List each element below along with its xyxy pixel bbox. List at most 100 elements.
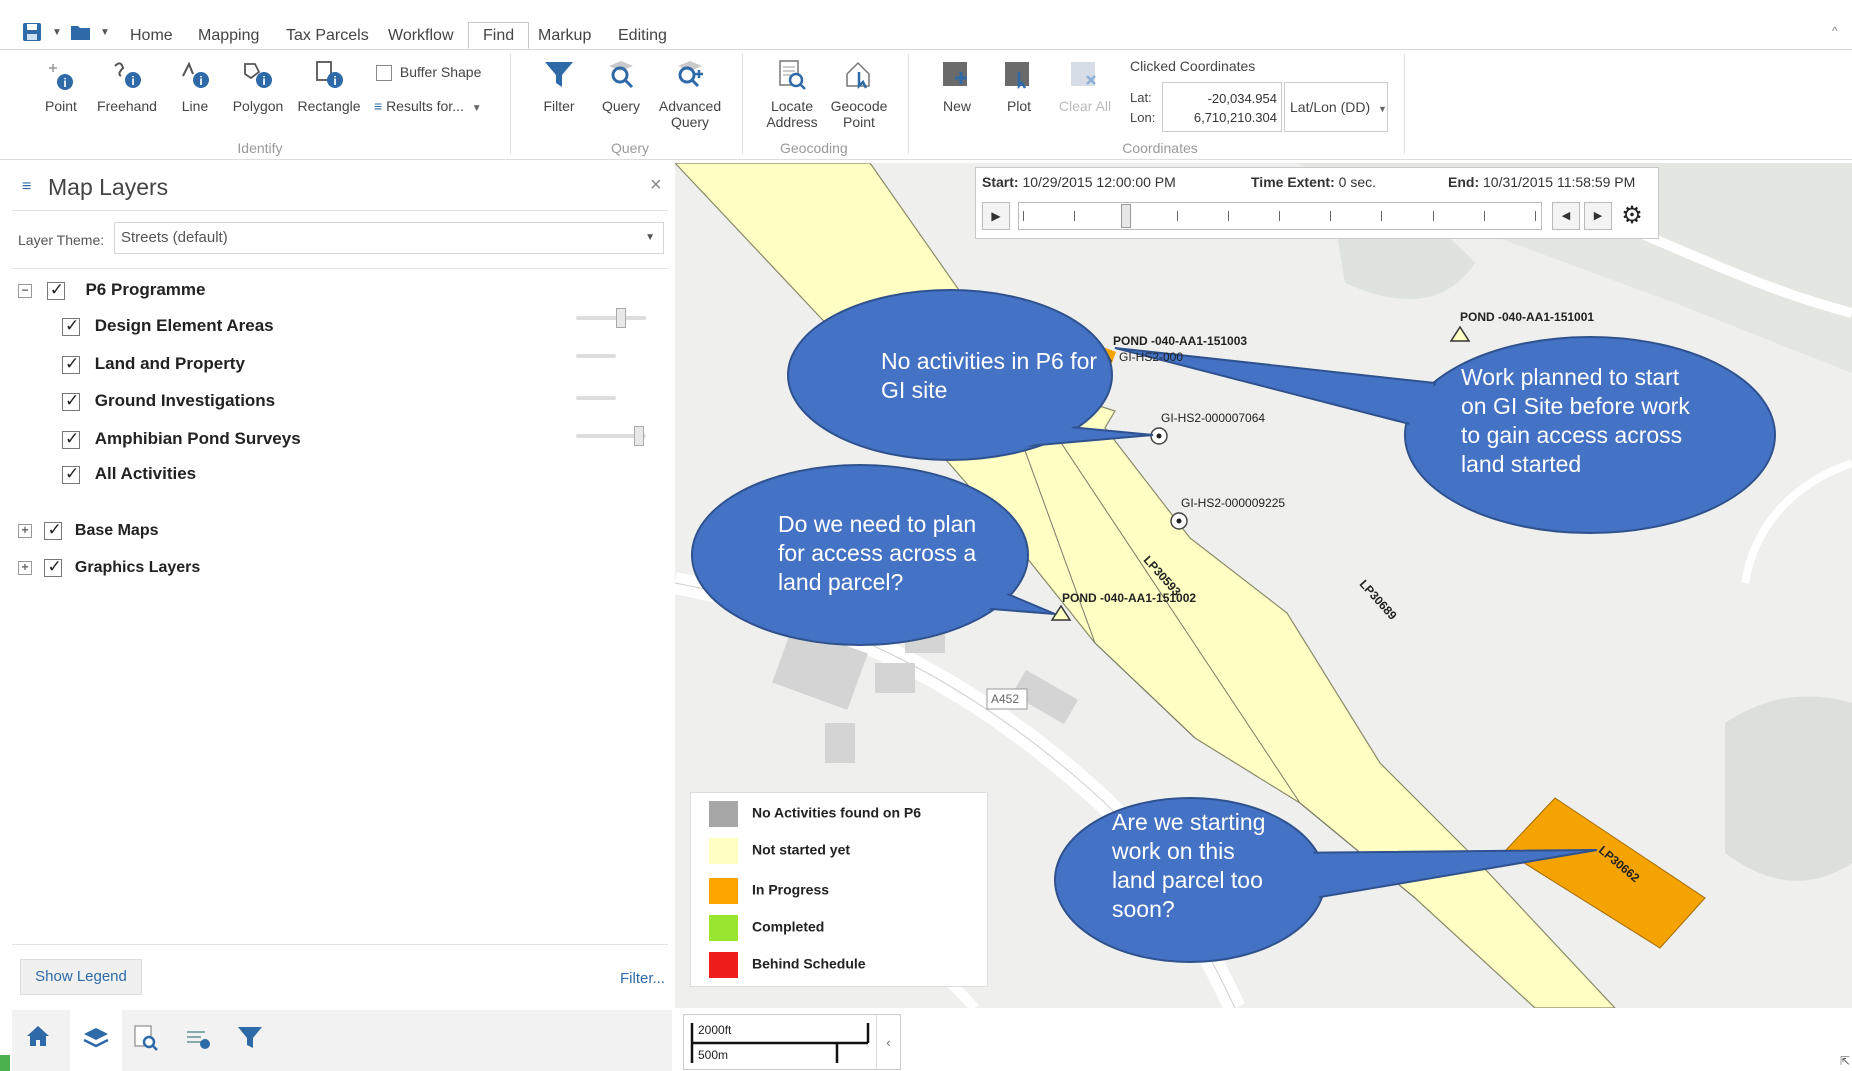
tree-group-base-maps[interactable]: + Base Maps: [18, 520, 159, 540]
play-button[interactable]: ▶: [982, 202, 1010, 230]
search-map-icon[interactable]: [132, 1024, 160, 1057]
divider: [12, 210, 668, 211]
p6-checkbox[interactable]: [46, 280, 65, 300]
expand-icon[interactable]: +: [18, 561, 32, 575]
filter-link[interactable]: Filter...: [620, 970, 665, 987]
time-tick: [1227, 211, 1229, 221]
tab-mapping[interactable]: Mapping: [184, 25, 273, 50]
resize-corner-icon[interactable]: ⇱: [1840, 1054, 1850, 1068]
layers-tab[interactable]: [70, 1010, 122, 1071]
locate-address-icon: [774, 58, 810, 92]
legend-item: Not started yet: [709, 838, 850, 864]
time-slider-handle[interactable]: [1121, 204, 1132, 228]
save-dropdown-icon[interactable]: ▼: [52, 27, 62, 38]
clear-all-icon: [1067, 58, 1103, 92]
open-folder-icon[interactable]: [70, 22, 92, 48]
step-forward-button[interactable]: ▶: [1584, 202, 1612, 230]
opacity-slider[interactable]: [576, 316, 646, 320]
home-icon[interactable]: [24, 1022, 52, 1055]
new-coordinate-button[interactable]: New: [932, 58, 982, 114]
plot-coordinate-button[interactable]: Plot: [994, 58, 1044, 114]
opacity-slider[interactable]: [576, 354, 616, 358]
tab-find[interactable]: Find: [468, 22, 530, 49]
opacity-slider-handle[interactable]: [634, 426, 644, 446]
identify-rectangle-button[interactable]: i Rectangle: [294, 58, 364, 114]
layer-label: Design Element Areas: [94, 316, 274, 335]
tab-markup[interactable]: Markup: [524, 25, 605, 50]
identify-polygon-button[interactable]: i Polygon: [230, 58, 286, 114]
step-forward-icon: ▶: [1593, 210, 1603, 222]
layer-theme-select[interactable]: Streets (default) ▼: [114, 222, 664, 254]
gear-icon[interactable]: ⚙: [1618, 202, 1646, 230]
filter-icon[interactable]: [236, 1024, 264, 1057]
rectangle-label: Rectangle: [297, 98, 361, 114]
identify-line-button[interactable]: i Line: [170, 58, 220, 114]
opacity-slider[interactable]: [576, 396, 616, 400]
filter-icon: [541, 58, 577, 92]
freehand-identify-icon: i: [109, 58, 145, 92]
building: [875, 663, 915, 693]
line-identify-icon: i: [177, 58, 213, 92]
point-label: Point: [45, 98, 77, 114]
extent-label: Time Extent:: [1251, 174, 1335, 190]
save-icon[interactable]: [22, 22, 42, 48]
legend-item: Completed: [709, 915, 824, 941]
layer-checkbox[interactable]: [62, 316, 80, 336]
identify-freehand-button[interactable]: i Freehand: [96, 58, 158, 114]
collapse-scale-button[interactable]: ‹: [876, 1015, 900, 1069]
road: [1741, 459, 1852, 584]
graphics-layers-checkbox[interactable]: [44, 557, 63, 577]
time-tick: [1381, 211, 1383, 221]
layer-label: Land and Property: [94, 354, 245, 373]
show-legend-button[interactable]: Show Legend: [20, 959, 142, 995]
close-panel-icon[interactable]: ×: [650, 174, 662, 197]
freehand-label: Freehand: [97, 98, 157, 114]
pond-label-151003: POND -040-AA1-151003: [1113, 334, 1248, 348]
tab-home[interactable]: Home: [116, 25, 187, 50]
layer-row[interactable]: Design Element Areas: [62, 316, 274, 336]
coordinate-format-dropdown[interactable]: Lat/Lon (DD) ▼: [1284, 82, 1388, 132]
geocode-point-button[interactable]: Geocode Point: [828, 58, 890, 130]
layer-checkbox[interactable]: [62, 354, 80, 374]
start-value: 10/29/2015 12:00:00 PM: [1022, 174, 1176, 190]
filter-button[interactable]: Filter: [534, 58, 584, 114]
advanced-query-button[interactable]: Advanced Query: [656, 58, 724, 130]
opacity-slider-handle[interactable]: [616, 308, 626, 328]
coordinate-value-box[interactable]: -20,034.954 6,710,210.304: [1162, 82, 1282, 132]
building: [825, 723, 855, 763]
layer-row[interactable]: Amphibian Pond Surveys: [62, 429, 301, 449]
buffer-shape-checkbox[interactable]: [376, 65, 392, 82]
results-icon[interactable]: [184, 1024, 212, 1057]
time-tick: [1535, 211, 1536, 221]
query-button[interactable]: Query: [596, 58, 646, 114]
tab-tax-parcels[interactable]: Tax Parcels: [272, 25, 383, 50]
identify-point-button[interactable]: i Point: [36, 58, 86, 114]
step-back-button[interactable]: ◀: [1552, 202, 1580, 230]
tree-group-graphics-layers[interactable]: + Graphics Layers: [18, 557, 200, 577]
layer-checkbox[interactable]: [62, 429, 80, 449]
collapse-ribbon-icon[interactable]: ^: [1832, 24, 1838, 38]
lat-label: Lat:: [1130, 90, 1152, 105]
layer-row[interactable]: Land and Property: [62, 354, 245, 374]
layer-row[interactable]: Ground Investigations: [62, 391, 275, 411]
collapse-icon[interactable]: −: [18, 283, 32, 298]
expand-icon[interactable]: +: [18, 524, 32, 538]
rectangle-identify-icon: i: [311, 58, 347, 92]
tab-workflow[interactable]: Workflow: [374, 25, 468, 50]
layer-row[interactable]: All Activities: [62, 464, 196, 484]
svg-text:i: i: [199, 74, 202, 88]
tab-editing[interactable]: Editing: [604, 25, 681, 50]
layer-checkbox[interactable]: [62, 391, 80, 411]
layer-checkbox[interactable]: [62, 464, 80, 484]
point-identify-icon: i: [43, 58, 79, 92]
pond-label-151001: POND -040-AA1-151001: [1460, 310, 1595, 324]
base-maps-checkbox[interactable]: [44, 520, 63, 540]
tree-group-p6[interactable]: − P6 Programme: [18, 280, 205, 300]
extent-value: 0 sec.: [1338, 174, 1377, 190]
buffer-shape-toggle[interactable]: Buffer Shape: [376, 64, 481, 82]
results-for-dropdown[interactable]: ≡ Results for... ▼: [374, 98, 482, 114]
open-dropdown-icon[interactable]: ▼: [100, 27, 110, 38]
time-slider-track[interactable]: [1018, 202, 1542, 230]
clear-all-coordinates-button[interactable]: Clear All: [1052, 58, 1118, 114]
locate-address-button[interactable]: Locate Address: [762, 58, 822, 130]
